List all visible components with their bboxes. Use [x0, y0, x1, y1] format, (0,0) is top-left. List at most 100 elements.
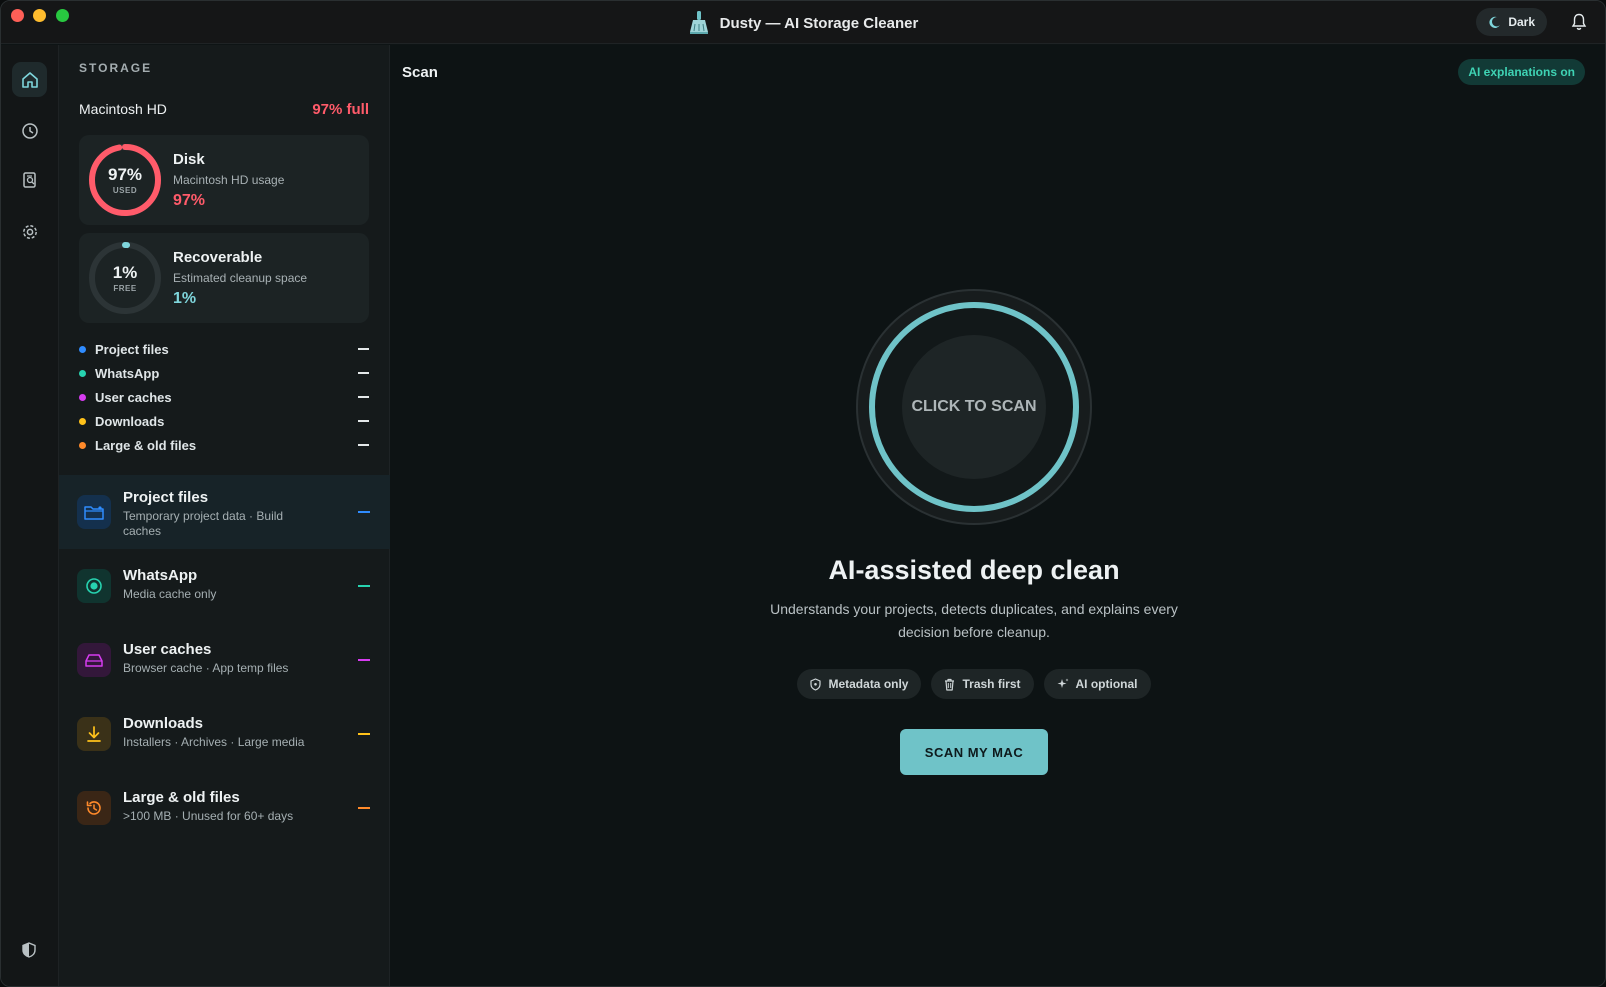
feature-chips: Metadata only Trash first AI optional: [390, 669, 1558, 699]
disk-card-title: Disk: [173, 151, 205, 168]
theme-toggle-button[interactable]: Dark: [1476, 8, 1547, 36]
disk-card-subtitle: Macintosh HD usage: [173, 173, 285, 187]
category-value-dash: [358, 511, 370, 513]
legend-item-downloads: Downloads: [79, 409, 369, 433]
section-label: STORAGE: [79, 61, 153, 75]
legend-value-dash: [358, 348, 369, 350]
moon-icon: [1489, 16, 1501, 28]
category-value-dash: [358, 585, 370, 587]
gear-icon: [22, 224, 37, 239]
recoverable-card: 1% FREE Recoverable Estimated cleanup sp…: [79, 233, 369, 323]
disk-ring-caption: USED: [112, 185, 138, 195]
category-value-dash: [358, 733, 370, 735]
folder-icon: [77, 495, 111, 529]
category-title: Project files: [123, 489, 209, 506]
disk-ring-label: 97% USED: [88, 143, 162, 217]
legend-item-project-files: Project files: [79, 337, 369, 361]
headline: AI-assisted deep clean: [828, 555, 1120, 585]
drive-name: Macintosh HD: [79, 101, 167, 117]
chip-label: AI optional: [1075, 677, 1138, 691]
disk-card-value: 97%: [173, 192, 206, 209]
category-subtitle: >100 MB · Unused for 60+ days: [123, 809, 294, 823]
category-whatsapp[interactable]: WhatsApp Media cache only: [59, 549, 390, 623]
ai-explanations-badge[interactable]: AI explanations on: [1458, 59, 1585, 85]
legend-label: Large & old files: [95, 437, 197, 453]
chip-metadata-only: Metadata only: [797, 669, 922, 699]
category-title: WhatsApp: [123, 567, 198, 584]
legend-label: User caches: [95, 389, 172, 405]
recoverable-ring-label: 1% FREE: [88, 241, 162, 315]
category-user-caches[interactable]: User caches Browser cache · App temp fil…: [59, 623, 390, 697]
nav-reports[interactable]: [12, 162, 47, 197]
category-value-dash: [358, 659, 370, 661]
title-group: Dusty — AI Storage Cleaner: [1, 11, 1605, 35]
legend-value-dash: [358, 420, 369, 422]
theme-label: Dark: [1508, 15, 1535, 29]
legend-item-large-old-files: Large & old files: [79, 433, 369, 457]
category-downloads[interactable]: Downloads Installers · Archives · Large …: [59, 697, 390, 771]
description: Understands your projects, detects dupli…: [770, 601, 1178, 640]
legend-value-dash: [358, 372, 369, 374]
recoverable-card-subtitle: Estimated cleanup space: [173, 271, 308, 285]
broom-app-icon: [689, 11, 708, 34]
legend-value-dash: [358, 444, 369, 446]
legend-label: WhatsApp: [95, 365, 160, 381]
drive-icon: [77, 643, 111, 677]
report-icon: [22, 171, 36, 188]
chip-label: Trash first: [962, 677, 1021, 691]
disk-ring-value: 97%: [107, 164, 143, 184]
category-subtitle: Installers · Archives · Large media: [123, 735, 305, 749]
bell-icon[interactable]: [1571, 13, 1587, 31]
chip-trash-first: Trash first: [931, 669, 1034, 699]
legend-value-dash: [358, 396, 369, 398]
trash-icon: [945, 678, 955, 691]
click-to-scan-button[interactable]: CLICK TO SCAN: [902, 335, 1046, 479]
nav-settings[interactable]: [12, 214, 47, 249]
history-icon: [77, 791, 111, 825]
category-project-files[interactable]: Project files Temporary project data · B…: [59, 475, 390, 549]
scan-my-mac-button[interactable]: SCAN MY MAC: [900, 729, 1048, 775]
chip-ai-optional: AI optional: [1043, 669, 1151, 699]
scan-main-panel: Scan AI explanations on CLICK TO SCAN AI…: [390, 45, 1605, 986]
nav-home[interactable]: [12, 62, 47, 97]
page-title: Scan: [402, 64, 438, 81]
sparkle-icon: [1057, 678, 1069, 688]
legend-dot: [79, 441, 86, 449]
disk-card: 97% USED Disk Macintosh HD usage 97%: [79, 135, 369, 225]
legend-dot: [79, 369, 86, 377]
icon-rail: [1, 45, 59, 986]
recoverable-card-title: Recoverable: [173, 249, 263, 266]
category-title: Downloads: [123, 715, 204, 732]
whatsapp-icon: [77, 569, 111, 603]
storage-legend: Project files WhatsApp User caches Downl…: [79, 337, 369, 457]
nav-history[interactable]: [12, 113, 47, 148]
window-title: Dusty — AI Storage Cleaner: [719, 14, 919, 32]
shield-icon: [810, 677, 822, 691]
recoverable-ring-caption: FREE: [113, 283, 137, 293]
legend-item-whatsapp: WhatsApp: [79, 361, 369, 385]
category-list: Project files Temporary project data · B…: [59, 475, 390, 845]
legend-label: Downloads: [95, 413, 165, 429]
home-icon: [21, 71, 38, 88]
title-bar: Dusty — AI Storage Cleaner Dark: [1, 1, 1605, 44]
category-subtitle: Browser cache · App temp files: [123, 661, 289, 675]
drive-status: 97% full: [312, 101, 369, 118]
legend-dot: [79, 345, 86, 353]
category-subtitle: Media cache only: [123, 587, 217, 601]
drive-row: Macintosh HD 97% full: [79, 101, 369, 118]
clock-icon: [21, 122, 38, 139]
category-large-old-files[interactable]: Large & old files >100 MB · Unused for 6…: [59, 771, 390, 845]
download-icon: [77, 717, 111, 751]
storage-sidebar: STORAGE Macintosh HD 97% full 97% USED D…: [59, 45, 390, 986]
chip-label: Metadata only: [828, 677, 909, 691]
recoverable-card-value: 1%: [173, 290, 197, 307]
legend-dot: [79, 417, 86, 425]
legend-label: Project files: [95, 341, 169, 357]
category-value-dash: [358, 807, 370, 809]
category-title: User caches: [123, 641, 212, 658]
app-window: Dusty — AI Storage Cleaner Dark STORAGE …: [0, 0, 1606, 987]
category-title: Large & old files: [123, 789, 240, 806]
category-subtitle: Temporary project data · Build caches: [123, 509, 284, 538]
shield-icon[interactable]: [22, 942, 36, 958]
legend-dot: [79, 393, 86, 401]
